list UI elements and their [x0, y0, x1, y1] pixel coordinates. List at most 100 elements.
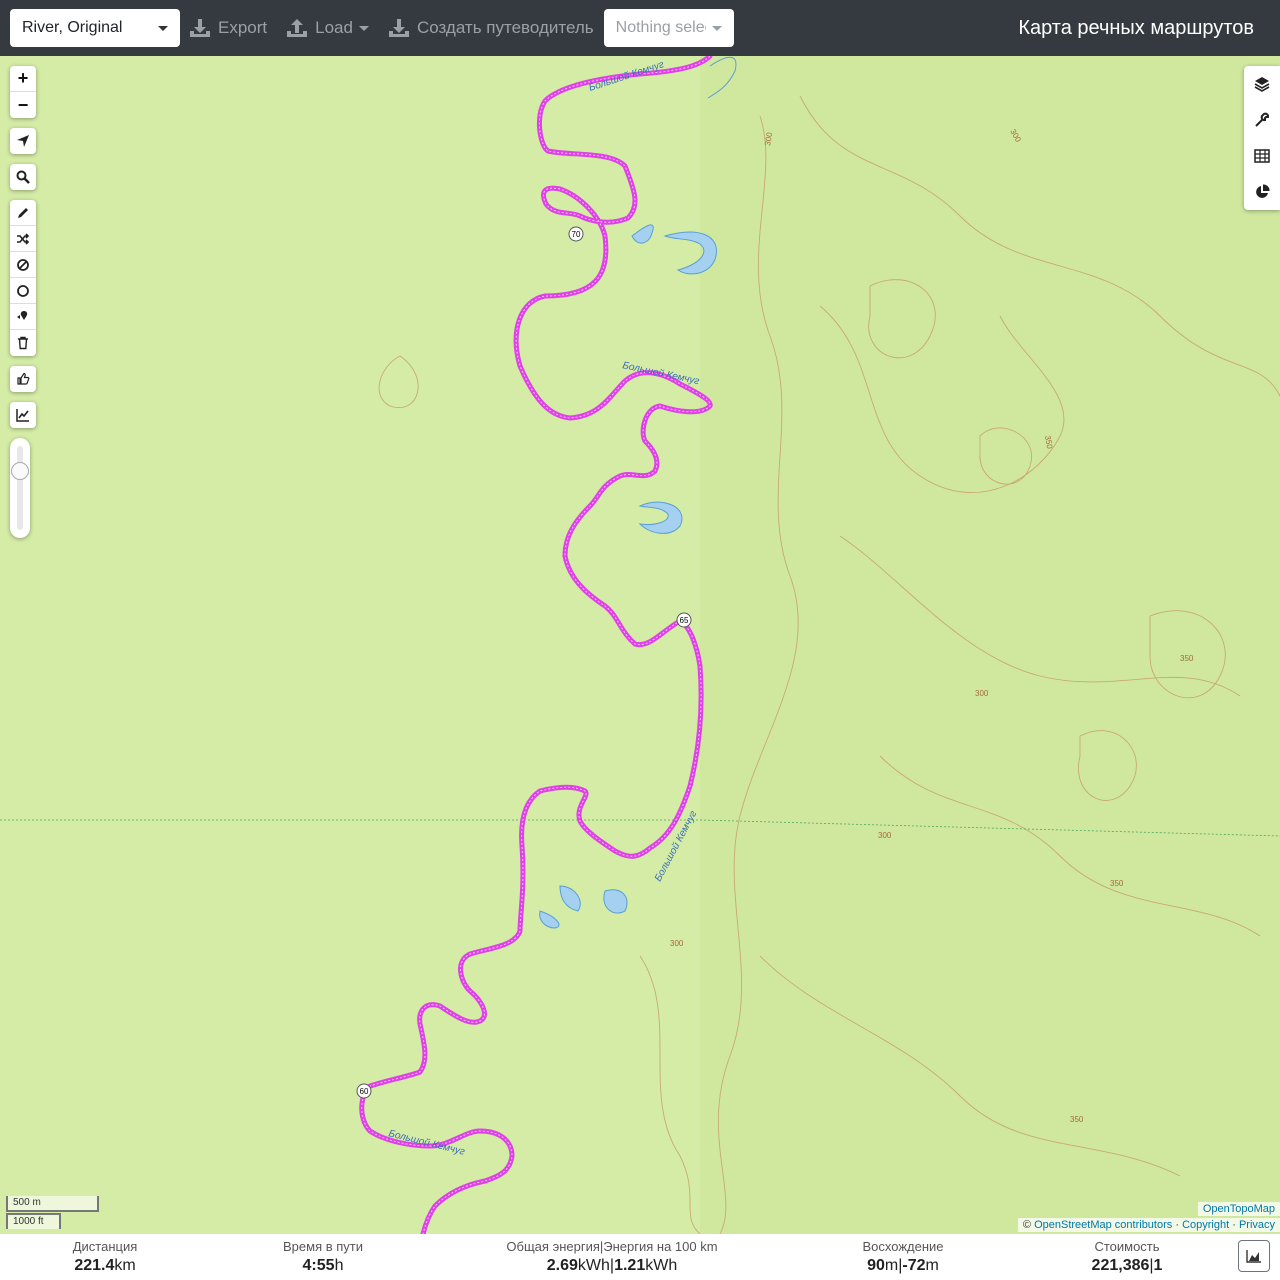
- elevation-chart-toggle[interactable]: [1238, 1240, 1270, 1272]
- time-unit: h: [334, 1257, 344, 1274]
- area-chart-icon: [1246, 1250, 1261, 1263]
- stat-label: Дистанция: [72, 1239, 138, 1254]
- elevation-control: [10, 402, 36, 428]
- map-view[interactable]: 300 300 300 350 350 300 350 350 300 Боль…: [0, 56, 1280, 1234]
- contour-label-text: 350: [1070, 1115, 1084, 1124]
- settings-button[interactable]: [1244, 102, 1280, 138]
- contour-label-text: 350: [1110, 879, 1124, 888]
- copyright-symbol: ©: [1022, 1219, 1032, 1231]
- ban-icon: [17, 258, 29, 271]
- scale-metric: 500 m: [6, 1196, 99, 1212]
- chevron-down-icon: [158, 25, 168, 31]
- energy-per-100-value: 1.21: [614, 1257, 646, 1274]
- map-attribution: © OpenStreetMap contributors · Copyright…: [1017, 1218, 1280, 1232]
- opacity-slider[interactable]: [10, 438, 30, 538]
- contour-label-text: 350: [1180, 654, 1194, 663]
- upload-icon: [287, 19, 308, 37]
- energy-per-100-label: Энергия на 100 km: [603, 1239, 718, 1254]
- stat-cost: Стоимость 221,386|1: [1092, 1239, 1163, 1275]
- locate-button[interactable]: [10, 128, 36, 154]
- zoom-in-button[interactable]: +: [10, 66, 36, 92]
- top-navbar: River, Original Export Load Создать путе…: [0, 0, 1280, 56]
- search-button[interactable]: [10, 164, 36, 190]
- circle-no-go-button[interactable]: [10, 278, 36, 304]
- search-icon: [16, 170, 30, 184]
- stat-value: 2.69kWh|1.21kWh: [547, 1257, 677, 1275]
- time-value: 4:55: [302, 1257, 335, 1274]
- energy-per-100-unit: kWh: [645, 1257, 678, 1274]
- poi-button[interactable]: [10, 304, 36, 330]
- contour-label-text: 300: [975, 689, 989, 698]
- selection-dropdown[interactable]: Nothing selected: [603, 9, 734, 47]
- km-marker-label: 60: [360, 1087, 369, 1096]
- stat-ascent: Восхождение 90m|-72m: [862, 1239, 943, 1275]
- shuffle-icon: [17, 232, 30, 245]
- slider-track: [17, 446, 23, 530]
- energy-total-unit: kWh: [577, 1257, 610, 1274]
- route-stats-bar: Дистанция 221.4km Время в пути 4:55h Общ…: [0, 1234, 1280, 1280]
- stat-value: 4:55h: [303, 1257, 344, 1275]
- stat-value: 221,386|1: [1092, 1257, 1163, 1275]
- profile-select[interactable]: River, Original: [10, 9, 180, 47]
- zoom-control: + −: [10, 66, 36, 118]
- load-label: Load: [315, 18, 353, 37]
- load-button[interactable]: Load: [285, 9, 371, 47]
- km-marker[interactable]: 70: [568, 226, 584, 242]
- attribution-separator: ·: [1232, 1219, 1236, 1231]
- app-title: Карта речных маршрутов: [1018, 16, 1254, 39]
- stat-distance: Дистанция 221.4km: [73, 1239, 138, 1275]
- download-icon: [190, 19, 210, 37]
- stat-label: Восхождение: [862, 1239, 944, 1254]
- draw-toolbar: [10, 200, 36, 356]
- no-go-area-button[interactable]: [10, 252, 36, 278]
- privacy-link[interactable]: Privacy: [1239, 1219, 1275, 1231]
- km-marker-label: 65: [680, 616, 689, 625]
- profile-select-value: River, Original: [22, 19, 123, 36]
- energy-total-value: 2.69: [546, 1257, 578, 1274]
- statistics-button[interactable]: [1244, 174, 1280, 210]
- slider-handle[interactable]: [11, 462, 29, 480]
- stat-label: Время в пути: [283, 1239, 363, 1254]
- copyright-link[interactable]: Copyright: [1182, 1219, 1229, 1231]
- hand-icon: [17, 372, 30, 385]
- wrench-icon: [1255, 112, 1270, 127]
- chevron-down-icon: [711, 25, 722, 31]
- like-button[interactable]: [10, 366, 36, 392]
- delete-route-button[interactable]: [10, 330, 36, 356]
- layers-button[interactable]: [1244, 66, 1280, 102]
- export-button[interactable]: Export: [188, 9, 269, 47]
- pencil-icon: [18, 207, 28, 218]
- create-guide-label: Создать путеводитель: [416, 18, 594, 37]
- export-label: Export: [218, 18, 268, 37]
- descent-unit: m: [925, 1257, 939, 1274]
- draw-route-button[interactable]: [10, 200, 36, 226]
- km-marker[interactable]: 60: [356, 1083, 372, 1099]
- opentopomap-link[interactable]: OpenTopoMap: [1203, 1203, 1275, 1215]
- marker-icon: [17, 310, 28, 320]
- stat-time: Время в пути 4:55h: [283, 1239, 363, 1275]
- chart-line-icon: [16, 409, 29, 422]
- km-marker[interactable]: 65: [676, 612, 692, 628]
- stat-value: 90m|-72m: [867, 1257, 939, 1275]
- locate-icon: [17, 135, 29, 147]
- distance-unit: km: [114, 1257, 136, 1274]
- stat-value: 221.4km: [74, 1257, 135, 1275]
- create-guide-button[interactable]: Создать путеводитель: [387, 9, 596, 47]
- cost-value-secondary: 1: [1153, 1257, 1163, 1274]
- osm-contributors-link[interactable]: OpenStreetMap contributors: [1034, 1219, 1172, 1231]
- zoom-out-button[interactable]: −: [10, 92, 36, 118]
- stat-label: Стоимость: [1094, 1239, 1160, 1254]
- layers-icon: [1254, 77, 1270, 92]
- pie-chart-icon: [1256, 184, 1270, 198]
- attribution-separator: ·: [1175, 1219, 1179, 1231]
- circle-icon: [17, 284, 29, 297]
- elevation-profile-button[interactable]: [10, 402, 36, 428]
- data-table-button[interactable]: [1244, 138, 1280, 174]
- hand-control: [10, 366, 36, 392]
- scale-imperial: 1000 ft: [6, 1213, 61, 1229]
- ascent-unit: m: [884, 1257, 899, 1274]
- contour-label-text: 300: [878, 831, 892, 840]
- contour-label-text: 300: [670, 939, 684, 948]
- selection-dropdown-value: Nothing selected: [615, 19, 706, 36]
- reverse-route-button[interactable]: [10, 226, 36, 252]
